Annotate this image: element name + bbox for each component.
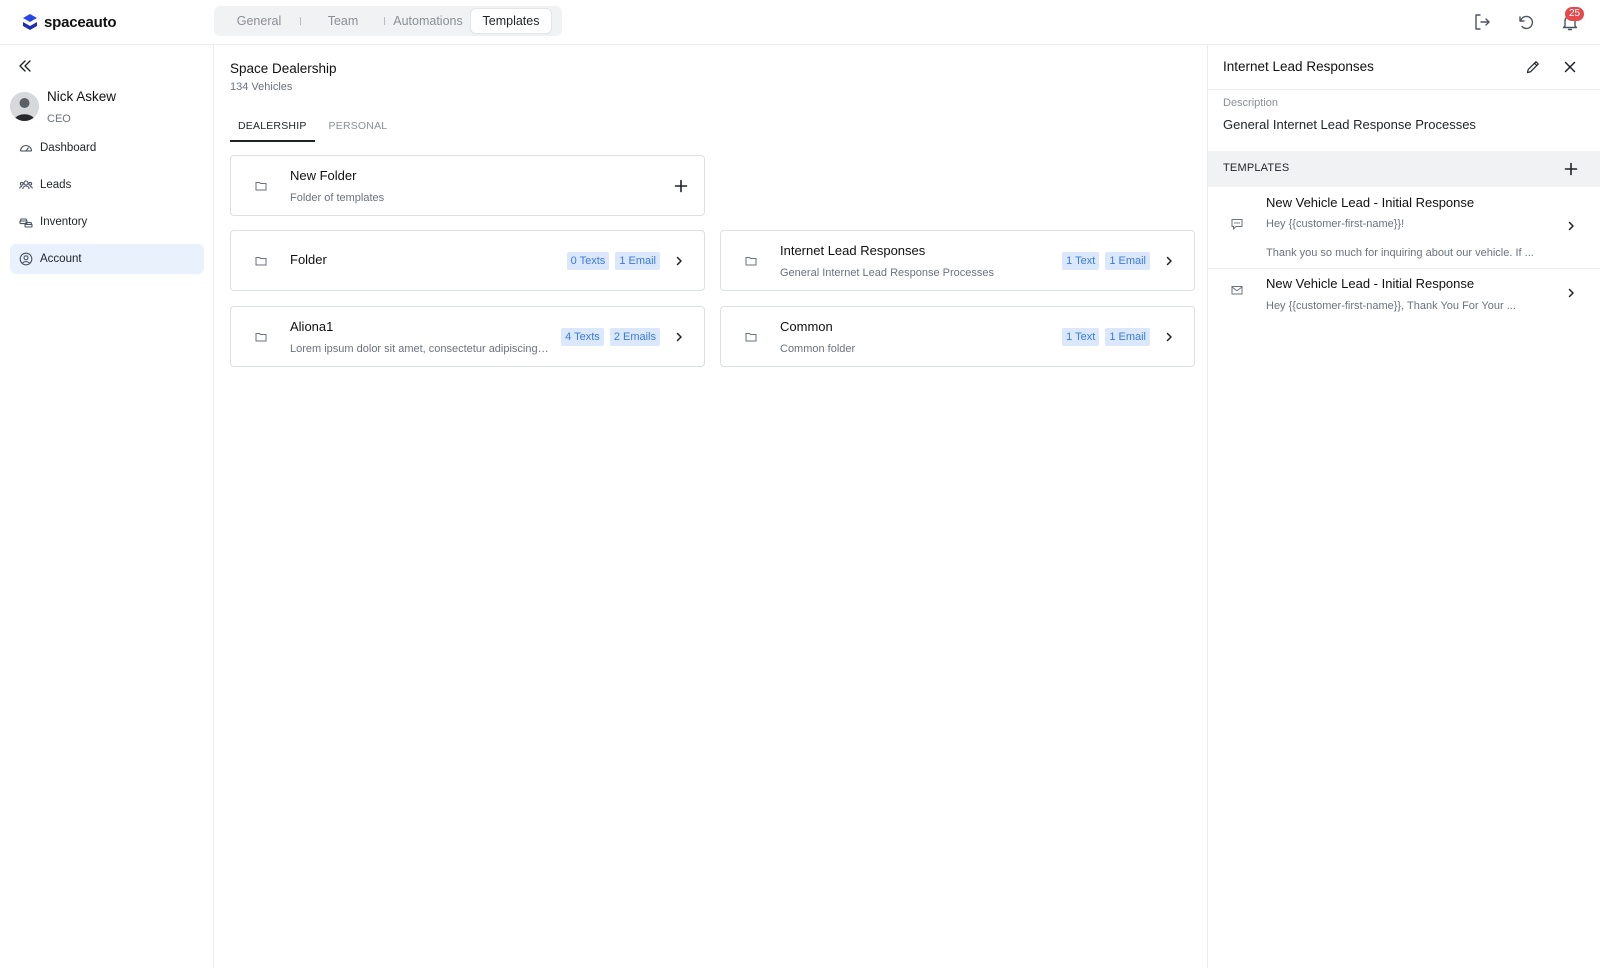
panel-title: Internet Lead Responses: [1223, 59, 1374, 74]
account-icon: [19, 252, 33, 266]
sidebar-item-label: Leads: [40, 179, 72, 191]
sidebar-item-account[interactable]: Account: [10, 244, 204, 274]
templates-label: TEMPLATES: [1223, 162, 1290, 174]
texts-count-badge: 1 Text: [1062, 252, 1100, 270]
tab-personal[interactable]: PERSONAL: [321, 114, 396, 142]
avatar[interactable]: [10, 92, 39, 121]
template-title: New Vehicle Lead - Initial Response: [1266, 276, 1475, 291]
tab-dealership[interactable]: DEALERSHIP: [230, 114, 315, 142]
folder-detail-panel: Internet Lead Responses Description Gene…: [1207, 45, 1600, 968]
emails-count-badge: 1 Email: [615, 252, 660, 270]
folder-title: Internet Lead Responses: [780, 243, 926, 258]
folder-icon: [255, 333, 267, 342]
chevron-right-icon: [1166, 332, 1172, 342]
add-template-icon[interactable]: [1563, 161, 1579, 177]
collapse-sidebar-icon[interactable]: [17, 58, 33, 74]
user-role: CEO: [47, 113, 71, 125]
sidebar-item-leads[interactable]: Leads: [10, 170, 204, 200]
sidebar-item-inventory[interactable]: Inventory: [10, 207, 204, 237]
sidebar-item-label: Dashboard: [40, 142, 97, 154]
templates-header: TEMPLATES: [1208, 151, 1600, 187]
texts-count-badge: 4 Texts: [561, 328, 604, 346]
notification-badge: 25: [1565, 7, 1584, 21]
user-avatar-image: [10, 92, 39, 121]
chevron-right-icon: [1568, 288, 1574, 298]
folder-subtitle: General Internet Lead Response Processes: [780, 267, 995, 279]
new-folder-card[interactable]: New Folder Folder of templates: [230, 155, 705, 216]
folder-icon: [255, 257, 267, 266]
tab-templates[interactable]: Templates: [471, 9, 551, 33]
sidebar-item-dashboard[interactable]: Dashboard: [10, 133, 204, 163]
template-title: New Vehicle Lead - Initial Response: [1266, 195, 1475, 210]
tab-automations[interactable]: Automations: [385, 9, 471, 33]
sidebar-item-label: Account: [40, 253, 82, 265]
chevron-right-icon: [676, 256, 682, 266]
template-preview-line: Thank you so much for inquiring about ou…: [1266, 247, 1534, 259]
folder-counts: 0 Texts 1 Email: [566, 252, 660, 270]
folder-counts: 1 Text 1 Email: [1062, 328, 1150, 346]
folder-card[interactable]: Aliona1 Lorem ipsum dolor sit amet, cons…: [230, 306, 705, 367]
emails-count-badge: 1 Email: [1105, 252, 1150, 270]
spaceauto-logo-icon: [23, 14, 37, 30]
folder-tabs: DEALERSHIP PERSONAL: [230, 114, 395, 142]
folder-subtitle: Common folder: [780, 343, 856, 355]
emails-count-badge: 1 Email: [1105, 328, 1150, 346]
divider: [1208, 89, 1600, 90]
emails-count-badge: 2 Emails: [609, 328, 660, 346]
settings-tabs: General Team Automations Templates: [214, 6, 562, 36]
top-bar: spaceauto General Team Automations Templ…: [0, 0, 1600, 45]
cars-icon: [19, 218, 33, 228]
description-label: Description: [1223, 97, 1279, 109]
close-icon[interactable]: [1562, 59, 1578, 75]
folder-counts: 4 Texts 2 Emails: [561, 328, 660, 346]
vehicle-count: 134 Vehicles: [230, 81, 293, 93]
folder-card[interactable]: Common Common folder 1 Text 1 Email: [720, 306, 1195, 367]
mail-icon: [1231, 286, 1243, 295]
sidebar-item-label: Inventory: [40, 216, 88, 228]
template-preview-line: Hey {{customer-first-name}}, Thank You F…: [1266, 300, 1516, 312]
user-name: Nick Askew: [47, 89, 117, 104]
folder-card[interactable]: Internet Lead Responses General Internet…: [720, 230, 1195, 291]
sidebar: Nick Askew CEO Dashboard Leads Inventory: [0, 45, 214, 968]
texts-count-badge: 0 Texts: [566, 252, 610, 270]
new-folder-title: New Folder: [290, 168, 357, 183]
main-content: Space Dealership 134 Vehicles DEALERSHIP…: [214, 45, 1207, 968]
refresh-icon[interactable]: [1516, 12, 1536, 32]
description-text: General Internet Lead Response Processes: [1223, 117, 1476, 132]
folder-title: Folder: [290, 252, 327, 267]
folder-subtitle: Lorem ipsum dolor sit amet, consectetur …: [290, 343, 549, 355]
template-item[interactable]: New Vehicle Lead - Initial Response Hey …: [1208, 187, 1600, 265]
chevron-right-icon: [676, 332, 682, 342]
message-icon: [1231, 219, 1243, 231]
logout-icon[interactable]: [1472, 12, 1492, 32]
users-icon: [19, 180, 33, 190]
template-item[interactable]: New Vehicle Lead - Initial Response Hey …: [1208, 269, 1600, 321]
folder-counts: 1 Text 1 Email: [1062, 252, 1150, 270]
folder-card[interactable]: Folder 0 Texts 1 Email: [230, 230, 705, 291]
texts-count-badge: 1 Text: [1062, 328, 1100, 346]
template-preview-line: Hey {{customer-first-name}}!: [1266, 218, 1405, 230]
logo[interactable]: spaceauto: [22, 11, 117, 33]
chevron-right-icon: [1166, 256, 1172, 266]
plus-icon[interactable]: [673, 178, 689, 194]
folder-title: Aliona1: [290, 319, 334, 334]
tab-general[interactable]: General: [217, 9, 301, 33]
folder-icon: [745, 333, 757, 342]
edit-icon[interactable]: [1525, 59, 1541, 75]
dashboard-icon: [19, 145, 33, 152]
sidebar-nav: Dashboard Leads Inventory Account: [10, 133, 204, 281]
new-folder-subtitle: Folder of templates: [290, 192, 385, 204]
folder-title: Common: [780, 319, 833, 334]
dealership-name: Space Dealership: [230, 61, 337, 76]
folder-icon: [745, 257, 757, 266]
folder-icon: [255, 182, 267, 191]
chevron-right-icon: [1568, 221, 1574, 231]
logo-text: spaceauto: [44, 13, 117, 31]
tab-team[interactable]: Team: [301, 9, 385, 33]
